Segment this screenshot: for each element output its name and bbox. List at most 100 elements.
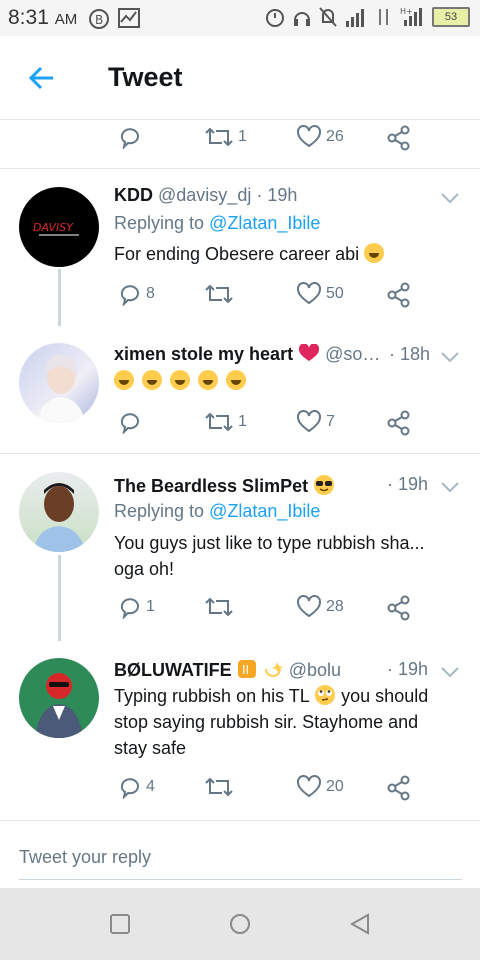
mention-link[interactable]: @Zlatan_Ibile bbox=[209, 213, 320, 233]
share-button[interactable] bbox=[386, 410, 412, 436]
app-header: Tweet bbox=[0, 36, 480, 120]
display-name[interactable]: ximen stole my heart bbox=[114, 344, 293, 364]
battery-icon: 53 bbox=[432, 7, 470, 27]
chevron-down-icon[interactable] bbox=[440, 350, 460, 364]
like-icon bbox=[297, 410, 321, 433]
share-icon bbox=[387, 775, 410, 801]
retweet-button[interactable] bbox=[204, 595, 234, 619]
tweet-text-content: For ending Obesere career abi bbox=[114, 244, 360, 264]
activity-icon bbox=[118, 8, 140, 28]
retweet-count: 1 bbox=[238, 128, 247, 145]
square-nav-icon[interactable] bbox=[110, 914, 130, 934]
replying-label: Replying to bbox=[114, 213, 205, 233]
reply-icon bbox=[120, 778, 139, 799]
like-icon bbox=[297, 125, 321, 148]
user-handle[interactable]: @davisy_dj bbox=[158, 185, 251, 205]
chevron-down-icon[interactable] bbox=[440, 191, 460, 205]
retweet-icon bbox=[205, 597, 233, 617]
avatar-photo bbox=[37, 354, 85, 423]
laughing-emoji-icon bbox=[114, 370, 134, 390]
headphones-icon bbox=[294, 12, 310, 26]
retweet-icon bbox=[205, 412, 233, 432]
tweet-header: BØLUWATIFE II @boluw… bbox=[114, 659, 340, 681]
like-button[interactable]: 7 bbox=[296, 410, 335, 434]
signal-icon bbox=[346, 9, 364, 27]
tweet-text-line: oga oh! bbox=[114, 559, 175, 579]
avatar[interactable] bbox=[19, 658, 99, 738]
retweet-button[interactable] bbox=[204, 775, 234, 799]
reply-button[interactable] bbox=[118, 125, 142, 149]
tweet-slimpet[interactable]: The Beardless SlimPet @… · 19h Replying … bbox=[0, 454, 480, 641]
reply-composer[interactable]: Tweet your reply bbox=[0, 820, 480, 889]
chevron-down-icon[interactable] bbox=[440, 665, 460, 679]
tweet-boluwatife[interactable]: BØLUWATIFE II @boluw… · 19h Typing rubbi… bbox=[0, 641, 480, 820]
like-count: 50 bbox=[326, 285, 344, 302]
signal-hplus-icon: H+ bbox=[400, 7, 422, 26]
share-icon bbox=[387, 595, 410, 621]
avatar[interactable] bbox=[19, 343, 99, 423]
avatar[interactable] bbox=[19, 472, 99, 552]
retweet-button[interactable]: 1 bbox=[204, 410, 247, 434]
reply-input[interactable]: Tweet your reply bbox=[19, 847, 151, 868]
like-button[interactable]: 50 bbox=[296, 282, 344, 306]
tweet-time: · 19h bbox=[256, 185, 298, 205]
circle-nav-icon[interactable] bbox=[229, 913, 251, 935]
share-button[interactable] bbox=[386, 595, 412, 621]
retweet-icon bbox=[205, 127, 233, 147]
share-button[interactable] bbox=[386, 775, 412, 801]
like-button[interactable]: 28 bbox=[296, 595, 344, 619]
reply-button[interactable]: 4 bbox=[118, 775, 155, 799]
back-arrow-icon[interactable] bbox=[28, 64, 56, 92]
like-count: 26 bbox=[326, 128, 344, 145]
tweet-actions: 1 28 bbox=[114, 595, 414, 625]
status-bar: 8:31 AM B H+ 53 bbox=[0, 0, 480, 36]
reply-button[interactable] bbox=[118, 410, 142, 434]
tweet-actions: 4 20 bbox=[114, 775, 414, 805]
tweet-kdd[interactable]: DAVISY KDD @davisy_dj · 19h Replying to … bbox=[0, 169, 480, 326]
user-handle[interactable]: @boluw… bbox=[289, 660, 340, 680]
share-button[interactable] bbox=[386, 125, 412, 151]
bitcoin-icon: B bbox=[89, 9, 109, 29]
share-button[interactable] bbox=[386, 282, 412, 308]
display-name[interactable]: KDD bbox=[114, 185, 153, 205]
like-button[interactable]: 26 bbox=[296, 125, 344, 149]
tweet-ximen[interactable]: ximen stole my heart @so… · 18h 1 7 bbox=[0, 326, 480, 452]
red-heart-icon bbox=[299, 344, 320, 361]
tweet-text-part: you should bbox=[341, 686, 429, 706]
data-transfer-icon bbox=[379, 9, 388, 25]
mention-link[interactable]: @Zlatan_Ibile bbox=[209, 501, 320, 521]
reply-count: 8 bbox=[146, 285, 155, 302]
like-button[interactable]: 20 bbox=[296, 775, 344, 799]
svg-text:B: B bbox=[95, 13, 103, 27]
share-icon bbox=[387, 125, 410, 151]
display-name[interactable]: The Beardless SlimPet bbox=[114, 476, 308, 496]
reply-button[interactable]: 8 bbox=[118, 282, 155, 306]
display-name[interactable]: BØLUWATIFE bbox=[114, 660, 232, 680]
laughing-emoji-icon bbox=[226, 370, 247, 390]
dizzy-icon bbox=[264, 662, 283, 677]
retweet-button[interactable]: 1 bbox=[204, 125, 247, 149]
reply-icon bbox=[120, 413, 139, 434]
triangle-nav-icon[interactable] bbox=[349, 913, 371, 935]
sunglasses-emoji-icon bbox=[314, 475, 335, 495]
mute-icon bbox=[319, 7, 337, 27]
user-handle[interactable]: @so… bbox=[325, 344, 380, 364]
retweet-count: 1 bbox=[238, 413, 247, 430]
status-time-value: 8:31 bbox=[8, 6, 49, 29]
tweet-text-part: Typing rubbish on his TL bbox=[114, 686, 310, 706]
svg-text:DAVISY: DAVISY bbox=[33, 221, 74, 234]
eye-roll-emoji-icon bbox=[315, 685, 336, 705]
reply-button[interactable]: 1 bbox=[118, 595, 155, 619]
like-count: 20 bbox=[326, 778, 344, 795]
page-title: Tweet bbox=[108, 62, 183, 92]
tweet-text bbox=[114, 368, 249, 394]
tweet-text-line: Typing rubbish on his TL you should bbox=[114, 683, 428, 709]
reply-count: 1 bbox=[146, 598, 155, 615]
retweet-button[interactable] bbox=[204, 282, 234, 306]
top-tweet-actions: 1 26 bbox=[114, 125, 414, 155]
tweet-actions: 1 7 bbox=[114, 410, 414, 440]
chevron-down-icon[interactable] bbox=[440, 480, 460, 494]
thread-line bbox=[58, 555, 61, 641]
avatar[interactable]: DAVISY bbox=[19, 187, 99, 267]
laughing-emoji-icon bbox=[198, 370, 219, 390]
